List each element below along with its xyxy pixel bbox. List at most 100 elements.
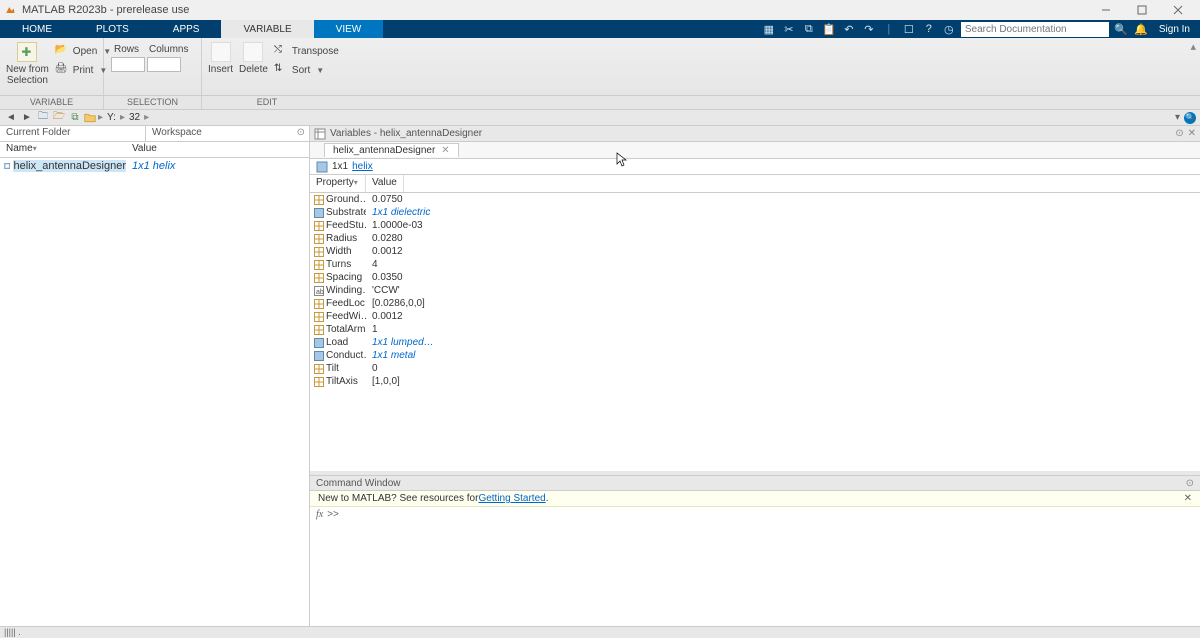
- notifications-icon[interactable]: 🔔: [1133, 21, 1149, 37]
- property-row[interactable]: Ground…0.0750: [310, 193, 1200, 206]
- sort-button[interactable]: ⇅Sort▼: [274, 61, 339, 79]
- variable-tab[interactable]: helix_antennaDesigner ✕: [324, 143, 459, 157]
- rows-input[interactable]: [111, 57, 145, 72]
- open-button[interactable]: 📂Open▼: [55, 42, 111, 60]
- undo-icon[interactable]: ↶: [841, 21, 857, 37]
- save-layout-icon[interactable]: ▦: [761, 21, 777, 37]
- tab-view[interactable]: VIEW: [314, 20, 384, 38]
- variables-close-icon[interactable]: ✕: [1188, 128, 1196, 139]
- delete-button[interactable]: Delete: [239, 40, 268, 75]
- property-value-cell[interactable]: 1x1 metal: [366, 350, 415, 361]
- main-tabstrip: HOME PLOTS APPS VARIABLE VIEW ▦ ✂ ⧉ 📋 ↶ …: [0, 20, 1200, 38]
- property-row[interactable]: abWinding…'CCW': [310, 284, 1200, 297]
- maximize-button[interactable]: [1124, 0, 1160, 20]
- value-header[interactable]: Value: [366, 175, 404, 192]
- favorites-icon[interactable]: ☐: [901, 21, 917, 37]
- property-rows: Ground…0.0750Substrate1x1 dielectricFeed…: [310, 193, 1200, 388]
- property-row[interactable]: Tilt0: [310, 362, 1200, 375]
- search-submit-icon[interactable]: 🔍: [1113, 21, 1129, 37]
- forward-button[interactable]: ►: [20, 111, 34, 125]
- str-icon: ab: [314, 286, 324, 296]
- obj-icon: [314, 351, 324, 361]
- command-prompt[interactable]: fx >>: [310, 507, 1200, 522]
- back-button[interactable]: ◄: [4, 111, 18, 125]
- address-path[interactable]: ▸ Y: ▸ 32 ▸: [98, 112, 149, 123]
- workspace-variable-row[interactable]: helix_antennaDesigner 1x1 helix: [0, 158, 309, 174]
- minimize-button[interactable]: [1088, 0, 1124, 20]
- variables-options-icon[interactable]: ⊙: [1175, 128, 1183, 139]
- collapse-toolstrip-icon[interactable]: ▴: [1190, 40, 1196, 53]
- compare-button[interactable]: ⧉: [68, 111, 82, 125]
- function-hint-icon[interactable]: fx: [316, 509, 323, 520]
- property-row[interactable]: Spacing0.0350: [310, 271, 1200, 284]
- property-name-cell: FeedLoc…: [310, 298, 366, 309]
- tab-home[interactable]: HOME: [0, 20, 74, 38]
- workspace-header[interactable]: Workspace⊙: [146, 126, 309, 141]
- path-history-dropdown[interactable]: ▾: [1175, 112, 1180, 123]
- value-column-header[interactable]: Value: [126, 142, 163, 157]
- section-variable-label: VARIABLE: [0, 96, 104, 109]
- insert-button[interactable]: Insert: [208, 40, 233, 75]
- property-name-cell: Conduct…: [310, 350, 366, 361]
- command-window-options-icon[interactable]: ⊙: [1186, 478, 1194, 489]
- grid-icon: [314, 273, 324, 283]
- property-row[interactable]: Load1x1 lumped…: [310, 336, 1200, 349]
- variable-type-link[interactable]: helix: [352, 161, 373, 172]
- copy-icon[interactable]: ⧉: [801, 21, 817, 37]
- close-button[interactable]: [1160, 0, 1196, 20]
- property-row[interactable]: FeedLoc…[0.0286,0,0]: [310, 297, 1200, 310]
- property-row[interactable]: FeedStu…1.0000e-03: [310, 219, 1200, 232]
- new-from-selection-button[interactable]: ✚ New from Selection: [6, 40, 49, 86]
- property-header[interactable]: Property▾: [310, 175, 366, 192]
- print-button[interactable]: 🖨Print▼: [55, 61, 111, 79]
- getting-started-link[interactable]: Getting Started: [478, 493, 545, 504]
- sign-in-link[interactable]: Sign In: [1153, 24, 1196, 35]
- property-row[interactable]: TotalArms1: [310, 323, 1200, 336]
- close-tab-icon[interactable]: ✕: [441, 145, 449, 156]
- up-folder-button[interactable]: 🗀: [36, 111, 50, 125]
- transpose-button[interactable]: ⤭Transpose: [274, 42, 339, 60]
- property-row[interactable]: Radius0.0280: [310, 232, 1200, 245]
- property-row[interactable]: Substrate1x1 dielectric: [310, 206, 1200, 219]
- section-selection-label: SELECTION: [104, 96, 202, 109]
- cut-icon[interactable]: ✂: [781, 21, 797, 37]
- property-name-cell: Spacing: [310, 272, 366, 283]
- property-value-cell: 'CCW': [366, 285, 400, 296]
- property-value-cell[interactable]: 1x1 dielectric: [366, 207, 430, 218]
- property-value-cell: 0.0750: [366, 194, 403, 205]
- name-column-header[interactable]: Name▾: [0, 142, 126, 157]
- insert-icon: [211, 42, 231, 62]
- columns-input[interactable]: [147, 57, 181, 72]
- workspace-variable-name: helix_antennaDesigner: [13, 160, 126, 172]
- grid-icon: [314, 312, 324, 322]
- property-name-cell: Load: [310, 337, 366, 348]
- property-value-cell[interactable]: 1x1 lumped…: [366, 337, 434, 348]
- property-value-cell: [1,0,0]: [366, 376, 400, 387]
- banner-close-icon[interactable]: ✕: [1184, 493, 1192, 504]
- browse-button[interactable]: 🗁: [52, 111, 66, 125]
- workspace-options-icon[interactable]: ⊙: [297, 127, 305, 138]
- property-row[interactable]: FeedWi…0.0012: [310, 310, 1200, 323]
- property-name-cell: FeedWi…: [310, 311, 366, 322]
- property-row[interactable]: Width0.0012: [310, 245, 1200, 258]
- property-row[interactable]: TiltAxis[1,0,0]: [310, 375, 1200, 388]
- property-column-headers: Property▾ Value: [310, 175, 1200, 193]
- search-documentation-input[interactable]: [961, 22, 1109, 37]
- help-icon[interactable]: ?: [921, 21, 937, 37]
- property-name-cell: Width: [310, 246, 366, 257]
- redo-icon[interactable]: ↷: [861, 21, 877, 37]
- addons-icon[interactable]: ◷: [941, 21, 957, 37]
- property-row[interactable]: Turns4: [310, 258, 1200, 271]
- search-path-button[interactable]: 🔍: [1184, 112, 1196, 124]
- obj-icon: [314, 338, 324, 348]
- property-row[interactable]: Conduct…1x1 metal: [310, 349, 1200, 362]
- paste-icon[interactable]: 📋: [821, 21, 837, 37]
- tab-apps[interactable]: APPS: [151, 20, 222, 38]
- property-name-cell: Tilt: [310, 363, 366, 374]
- right-column: Variables - helix_antennaDesigner ⊙ ✕ he…: [310, 126, 1200, 626]
- current-folder-header[interactable]: Current Folder: [0, 126, 146, 141]
- property-name-cell: Substrate: [310, 207, 366, 218]
- grid-icon: [314, 377, 324, 387]
- tab-variable[interactable]: VARIABLE: [221, 20, 313, 38]
- tab-plots[interactable]: PLOTS: [74, 20, 151, 38]
